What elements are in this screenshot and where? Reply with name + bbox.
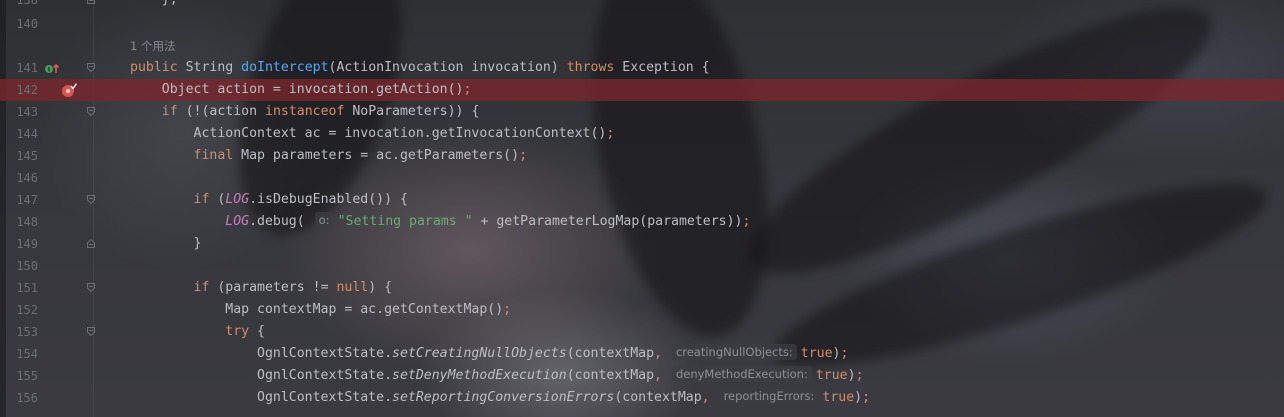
code-line-breakpoint[interactable]: 142 Object action = invocation.getAction… — [0, 79, 1284, 101]
line-number[interactable]: 145 — [14, 145, 38, 167]
breakpoint-icon[interactable] — [61, 82, 77, 98]
code-line[interactable]: 145 final Map parameters = ac.getParamet… — [0, 145, 1284, 167]
code-text[interactable]: public String doIntercept(ActionInvocati… — [130, 57, 710, 79]
fold-end-icon[interactable] — [87, 0, 95, 4]
code-line[interactable]: 150 — [0, 255, 1284, 277]
code-text[interactable]: if (LOG.isDebugEnabled()) { — [130, 189, 408, 211]
implementation-marker-icon[interactable]: I — [44, 63, 60, 75]
code-line[interactable]: 138 }; — [0, 0, 1284, 11]
code-text[interactable]: }; — [130, 0, 178, 11]
code-text[interactable]: OgnlContextState.setReportingConversionE… — [130, 387, 870, 409]
code-line[interactable]: 152 Map contextMap = ac.getContextMap(); — [0, 299, 1284, 321]
code-line[interactable]: 140 — [0, 13, 1284, 35]
svg-text:I: I — [48, 67, 50, 74]
code-text[interactable]: final Map parameters = ac.getParameters(… — [130, 145, 527, 167]
line-number[interactable]: 143 — [14, 101, 38, 123]
code-text[interactable]: LOG.debug( o: "Setting params " + getPara… — [130, 211, 750, 233]
line-number[interactable]: 156 — [14, 387, 38, 409]
code-text[interactable]: OgnlContextState.setDenyMethodExecution(… — [130, 365, 864, 387]
code-text[interactable]: if (parameters != null) { — [130, 277, 393, 299]
code-text[interactable]: if (!(action instanceof NoParameters)) { — [130, 101, 480, 123]
code-line[interactable]: 149 } — [0, 233, 1284, 255]
fold-collapse-icon[interactable] — [87, 283, 95, 292]
code-text[interactable]: try { — [130, 321, 265, 343]
code-line[interactable]: 151 if (parameters != null) { — [0, 277, 1284, 299]
line-number[interactable]: 146 — [14, 167, 38, 189]
code-text[interactable]: Map contextMap = ac.getContextMap(); — [130, 299, 511, 321]
code-line[interactable]: 144 ActionContext ac = invocation.getInv… — [0, 123, 1284, 145]
line-number[interactable]: 155 — [14, 365, 38, 387]
line-number[interactable]: 144 — [14, 123, 38, 145]
code-text: }; — [130, 0, 178, 7]
code-line[interactable]: 141 public String doIntercept(ActionInvoc… — [0, 57, 1284, 79]
fold-collapse-icon[interactable] — [87, 195, 95, 204]
line-number[interactable]: 141 — [14, 57, 38, 79]
code-line[interactable]: 154 OgnlContextState.setCreatingNullObje… — [0, 343, 1284, 365]
code-text[interactable]: Object action = invocation.getAction(); — [130, 79, 472, 101]
line-number[interactable]: 153 — [14, 321, 38, 343]
usages-inlay-hint[interactable]: 1 个用法 — [130, 38, 175, 54]
code-line[interactable]: 156 OgnlContextState.setReportingConvers… — [0, 387, 1284, 409]
line-number[interactable]: 140 — [14, 13, 38, 35]
code-line[interactable]: 148 LOG.debug( o: "Setting params " + get… — [0, 211, 1284, 233]
code-text[interactable]: OgnlContextState.setCreatingNullObjects(… — [130, 343, 848, 365]
code-text[interactable]: ActionContext ac = invocation.getInvocat… — [130, 123, 615, 145]
fold-collapse-icon[interactable] — [87, 63, 95, 72]
line-number[interactable]: 142 — [14, 79, 38, 101]
line-number[interactable]: 138 — [14, 0, 38, 11]
line-number[interactable]: 148 — [14, 211, 38, 233]
line-number[interactable]: 151 — [14, 277, 38, 299]
line-number[interactable]: 147 — [14, 189, 38, 211]
fold-collapse-icon[interactable] — [87, 107, 95, 116]
code-line[interactable]: 146 — [0, 167, 1284, 189]
code-line[interactable]: 147 if (LOG.isDebugEnabled()) { — [0, 189, 1284, 211]
line-number[interactable]: 152 — [14, 299, 38, 321]
fold-collapse-icon[interactable] — [87, 327, 95, 336]
line-number[interactable]: 149 — [14, 233, 38, 255]
fold-end-icon[interactable] — [87, 239, 95, 248]
code-text[interactable]: } — [130, 233, 202, 255]
code-line[interactable]: 143 if (!(action instanceof NoParameters… — [0, 101, 1284, 123]
code-editor[interactable]: 138 }; 140 141 public String doIntercept(Ac… — [0, 0, 1284, 417]
code-line[interactable]: 153 try { — [0, 321, 1284, 343]
line-number[interactable]: 154 — [14, 343, 38, 365]
line-number[interactable]: 150 — [14, 255, 38, 277]
code-line[interactable]: 155 OgnlContextState.setDenyMethodExecut… — [0, 365, 1284, 387]
